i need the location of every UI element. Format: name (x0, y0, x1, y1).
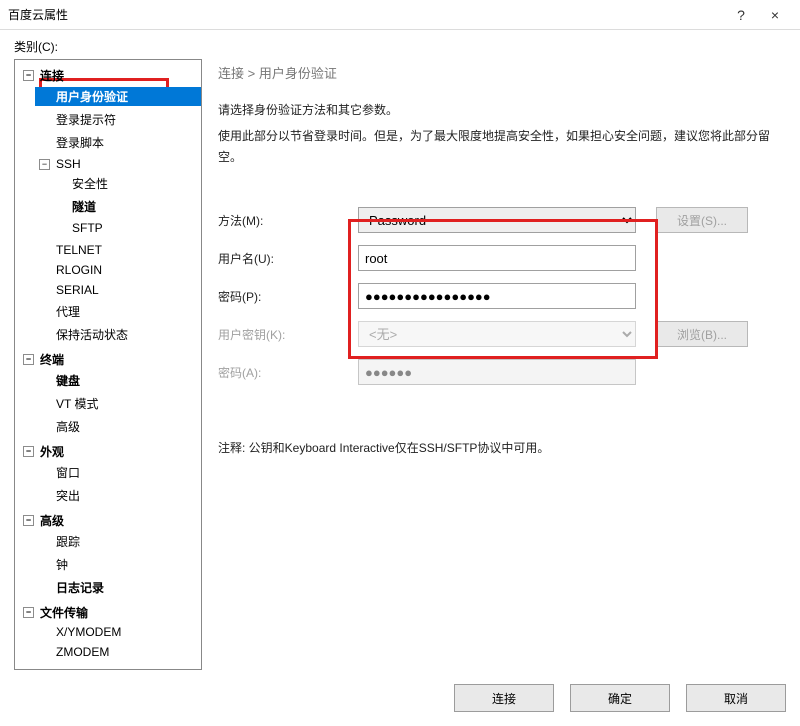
tree-keepalive[interactable]: 保持活动状态 (35, 325, 201, 344)
tree-vtmode[interactable]: VT 模式 (35, 394, 201, 413)
tree-serial[interactable]: SERIAL (35, 282, 201, 298)
breadcrumb: 连接 > 用户身份验证 (218, 63, 786, 82)
tree-filetransfer[interactable]: −文件传输 (19, 603, 201, 622)
tree-connection[interactable]: −连接 (19, 66, 201, 85)
browse-button: 浏览(B)... (656, 321, 748, 347)
tree-rlogin[interactable]: RLOGIN (35, 262, 201, 278)
tree-zmodem[interactable]: ZMODEM (35, 644, 201, 660)
tree-login-prompt[interactable]: 登录提示符 (35, 110, 201, 129)
password2-label: 密码(A): (218, 364, 358, 381)
description-2: 使用此部分以节省登录时间。但是，为了最大限度地提高安全性，如果担心安全问题，建议… (218, 126, 786, 167)
collapse-icon[interactable]: − (39, 159, 50, 170)
password2-input (358, 359, 636, 385)
tree-logging[interactable]: 日志记录 (35, 578, 201, 597)
category-label: 类别(C): (14, 38, 786, 55)
category-tree[interactable]: −连接 用户身份验证 登录提示符 登录脚本 −SSH 安全性 隧道 SFTP (14, 59, 202, 670)
collapse-icon[interactable]: − (23, 354, 34, 365)
tree-keyboard[interactable]: 键盘 (35, 371, 201, 390)
collapse-icon[interactable]: − (23, 446, 34, 457)
titlebar: 百度云属性 ? × (0, 0, 800, 30)
tree-proxy[interactable]: 代理 (35, 302, 201, 321)
note-text: 注释: 公钥和Keyboard Interactive仅在SSH/SFTP协议中… (218, 439, 786, 456)
method-label: 方法(M): (218, 212, 358, 229)
setup-button[interactable]: 设置(S)... (656, 207, 748, 233)
tree-ssh[interactable]: −SSH (35, 156, 201, 172)
close-button[interactable]: × (758, 0, 792, 30)
tree-terminal[interactable]: −终端 (19, 350, 201, 369)
password-label: 密码(P): (218, 288, 358, 305)
collapse-icon[interactable]: − (23, 70, 34, 81)
username-input[interactable] (358, 245, 636, 271)
tree-sftp[interactable]: SFTP (51, 220, 201, 236)
ok-button[interactable]: 确定 (570, 684, 670, 712)
method-select[interactable]: Password (358, 207, 636, 233)
tree-advanced1[interactable]: 高级 (35, 417, 201, 436)
auth-form: 方法(M): Password 设置(S)... 用户名(U): 密码(P (218, 207, 786, 385)
tree-trace[interactable]: 跟踪 (35, 532, 201, 551)
description-1: 请选择身份验证方法和其它参数。 (218, 100, 786, 120)
collapse-icon[interactable]: − (23, 607, 34, 618)
username-label: 用户名(U): (218, 250, 358, 267)
tree-auth[interactable]: 用户身份验证 (35, 87, 201, 106)
tree-bell[interactable]: 钟 (35, 555, 201, 574)
tree-highlight[interactable]: 突出 (35, 486, 201, 505)
window-title: 百度云属性 (8, 6, 724, 23)
tree-login-script[interactable]: 登录脚本 (35, 133, 201, 152)
password-input[interactable] (358, 283, 636, 309)
tree-security[interactable]: 安全性 (51, 174, 201, 193)
tree-xymodem[interactable]: X/YMODEM (35, 624, 201, 640)
userkey-label: 用户密钥(K): (218, 326, 358, 343)
connect-button[interactable]: 连接 (454, 684, 554, 712)
tree-advanced[interactable]: −高级 (19, 511, 201, 530)
cancel-button[interactable]: 取消 (686, 684, 786, 712)
tree-telnet[interactable]: TELNET (35, 242, 201, 258)
right-pane: 连接 > 用户身份验证 请选择身份验证方法和其它参数。 使用此部分以节省登录时间… (218, 59, 786, 670)
tree-appearance[interactable]: −外观 (19, 442, 201, 461)
collapse-icon[interactable]: − (23, 515, 34, 526)
footer: 连接 确定 取消 (14, 670, 786, 712)
userkey-select: <无> (358, 321, 636, 347)
tree-tunnel[interactable]: 隧道 (51, 197, 201, 216)
tree-window[interactable]: 窗口 (35, 463, 201, 482)
help-button[interactable]: ? (724, 0, 758, 30)
